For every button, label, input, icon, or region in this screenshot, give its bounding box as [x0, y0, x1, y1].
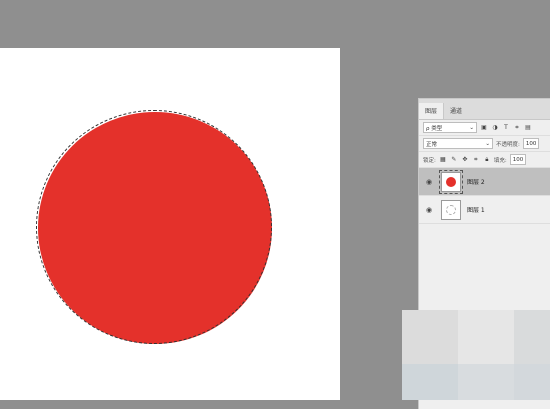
layer-row-1[interactable]: ◉ 图层 1: [419, 196, 550, 224]
lock-all-icon[interactable]: 🔒︎: [483, 156, 491, 164]
blend-row: 正常 ⌄ 不透明度: 100: [419, 136, 550, 152]
lock-pixels-icon[interactable]: ✎: [450, 156, 458, 163]
image-filter-icon[interactable]: ▣: [480, 124, 488, 131]
opacity-label: 不透明度:: [496, 141, 520, 148]
chevron-down-icon: ⌄: [485, 140, 490, 147]
lock-label: 锁定:: [423, 157, 436, 164]
layer-thumbnail: [439, 169, 463, 194]
tab-channels[interactable]: 通道: [444, 103, 468, 119]
layer-row-2[interactable]: ◉ 图层 2: [419, 168, 550, 196]
fill-label: 填充:: [493, 157, 507, 164]
layer-thumbnail: [441, 199, 461, 220]
blend-mode-select[interactable]: 正常 ⌄: [423, 138, 493, 149]
document-canvas[interactable]: [0, 48, 340, 400]
eye-icon[interactable]: ◉: [423, 206, 435, 214]
smart-object-filter-icon[interactable]: ▤: [524, 124, 532, 131]
blend-mode-value: 正常: [426, 141, 438, 148]
layer-name: 图层 2: [467, 179, 485, 186]
tab-layers[interactable]: 图层: [419, 103, 445, 119]
lock-artboard-icon[interactable]: ⌗: [472, 156, 480, 164]
filter-row: ρ 类型 ⌄ ▣ ◑ T ⌗ ▤: [419, 120, 550, 136]
chevron-down-icon: ⌄: [469, 124, 474, 131]
shape-filter-icon[interactable]: ⌗: [513, 124, 521, 132]
layer-filter-value: ρ 类型: [426, 125, 443, 132]
layer-filter-select[interactable]: ρ 类型 ⌄: [423, 122, 477, 133]
adjustment-filter-icon[interactable]: ◑: [491, 124, 499, 131]
pixelated-overlay: [402, 310, 550, 400]
lock-transparent-icon[interactable]: ▦: [439, 156, 447, 163]
lock-position-icon[interactable]: ✥: [461, 156, 469, 163]
red-circle-thumb-icon: [446, 176, 456, 187]
layer-name: 图层 1: [467, 207, 485, 214]
fill-input[interactable]: 100: [509, 154, 527, 165]
empty-layer-thumb-icon: [446, 204, 456, 215]
panel-tabs: 图层 通道: [419, 99, 550, 120]
lock-row: 锁定: ▦ ✎ ✥ ⌗ 🔒︎ 填充: 100: [419, 152, 550, 168]
opacity-input[interactable]: 100: [522, 138, 540, 149]
type-filter-icon[interactable]: T: [502, 124, 510, 131]
red-circle-shape[interactable]: [38, 112, 272, 344]
eye-icon[interactable]: ◉: [423, 178, 435, 186]
